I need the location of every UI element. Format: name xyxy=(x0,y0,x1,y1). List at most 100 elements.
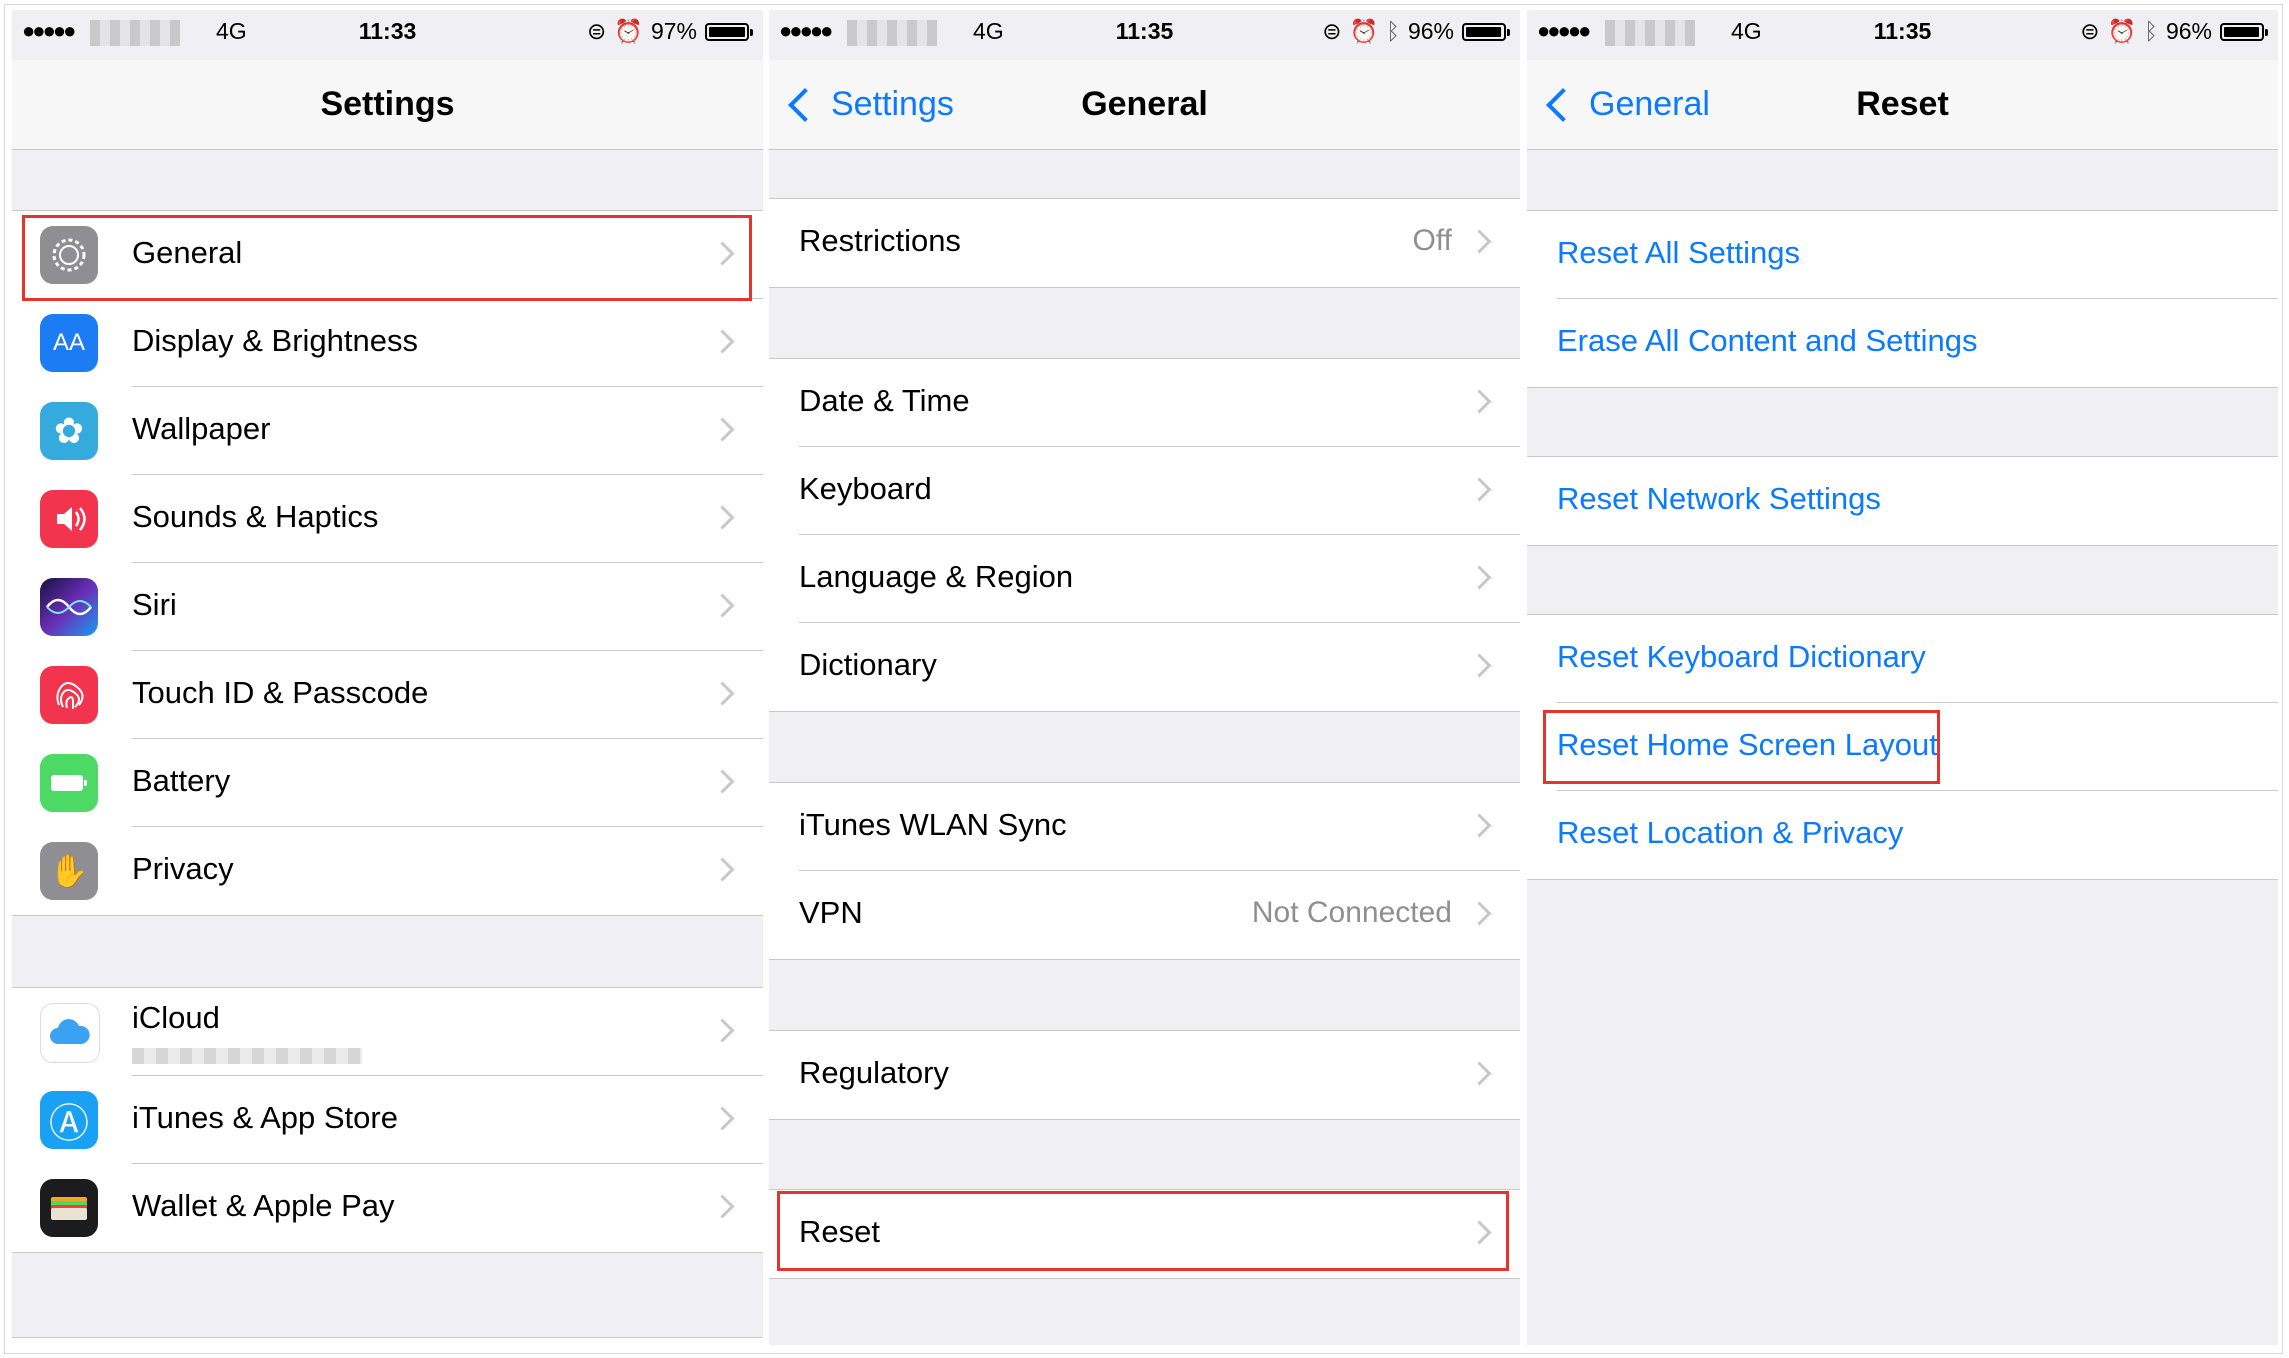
chevron-right-icon xyxy=(1467,901,1492,926)
settings-row-itunes-app-store[interactable]: Ⓐ iTunes & App Store xyxy=(12,1076,763,1164)
row-label: Display & Brightness xyxy=(132,323,419,358)
status-bar: ●●●●● 4G 11:33 ⊜ ⏰ 97% xyxy=(12,10,763,60)
fingerprint-icon xyxy=(40,666,98,724)
page-title: Reset xyxy=(1856,85,1949,123)
page-title: Settings xyxy=(320,85,455,123)
chevron-right-icon xyxy=(1467,389,1492,414)
chevron-right-icon xyxy=(710,681,735,706)
general-group-reset: Reset xyxy=(769,1189,1520,1279)
row-label: VPN xyxy=(799,895,863,930)
row-label: Language & Region xyxy=(799,559,1074,594)
chevron-right-icon xyxy=(710,857,735,882)
battery-icon xyxy=(705,22,753,41)
account-email-redacted xyxy=(132,1048,362,1064)
row-label: Privacy xyxy=(132,851,234,886)
chevron-right-icon xyxy=(710,593,735,618)
general-row-itunes-wlan-sync[interactable]: iTunes WLAN Sync xyxy=(769,783,1520,871)
reset-location-privacy-button[interactable]: Reset Location & Privacy xyxy=(1527,791,2278,879)
battery-icon xyxy=(40,754,98,812)
reset-home-screen-layout-button[interactable]: Reset Home Screen Layout xyxy=(1527,703,2278,791)
general-group-restrictions: Restrictions Off xyxy=(769,198,1520,288)
alarm-icon: ⏰ xyxy=(2107,18,2137,44)
chevron-right-icon xyxy=(710,505,735,530)
chevron-right-icon xyxy=(710,329,735,354)
wallet-icon xyxy=(40,1179,98,1237)
app-store-icon: Ⓐ xyxy=(40,1091,98,1149)
row-label: Reset Keyboard Dictionary xyxy=(1557,639,1926,674)
settings-row-display-brightness[interactable]: AA Display & Brightness xyxy=(12,299,763,387)
chevron-right-icon xyxy=(710,769,735,794)
settings-screen: ●●●●● 4G 11:33 ⊜ ⏰ 97% Settings General … xyxy=(12,10,763,1345)
chevron-right-icon xyxy=(710,1018,735,1043)
reset-group-other: Reset Keyboard Dictionary Reset Home Scr… xyxy=(1527,614,2278,880)
settings-row-privacy[interactable]: ✋ Privacy xyxy=(12,827,763,915)
chevron-right-icon xyxy=(1467,565,1492,590)
general-row-restrictions[interactable]: Restrictions Off xyxy=(769,199,1520,287)
chevron-right-icon xyxy=(710,241,735,266)
chevron-right-icon xyxy=(1467,1061,1492,1086)
status-bar: ●●●●● 4G 11:35 ⊜ ⏰ ᛒ 96% xyxy=(1527,10,2278,60)
row-label: General xyxy=(132,235,243,270)
settings-row-wallpaper[interactable]: ✿ Wallpaper xyxy=(12,387,763,475)
settings-row-siri[interactable]: Siri xyxy=(12,563,763,651)
battery-percent: 97% xyxy=(650,18,697,44)
row-label: Restrictions xyxy=(799,223,961,258)
battery-percent: 96% xyxy=(1407,18,1454,44)
row-label: iTunes & App Store xyxy=(132,1100,398,1135)
chevron-right-icon xyxy=(710,1106,735,1131)
chevron-right-icon xyxy=(1467,477,1492,502)
reset-group-settings: Reset All Settings Erase All Content and… xyxy=(1527,210,2278,388)
reset-all-settings-button[interactable]: Reset All Settings xyxy=(1527,211,2278,299)
chevron-right-icon xyxy=(710,1194,735,1219)
row-label: Wallpaper xyxy=(132,411,271,446)
display-icon: AA xyxy=(40,314,98,372)
general-row-date-time[interactable]: Date & Time xyxy=(769,359,1520,447)
row-label: Battery xyxy=(132,763,231,798)
erase-all-content-button[interactable]: Erase All Content and Settings xyxy=(1527,299,2278,387)
row-label: Wallet & Apple Pay xyxy=(132,1188,395,1223)
settings-row-battery[interactable]: Battery xyxy=(12,739,763,827)
row-label: Regulatory xyxy=(799,1055,949,1090)
row-label: Touch ID & Passcode xyxy=(132,675,429,710)
status-bar: ●●●●● 4G 11:35 ⊜ ⏰ ᛒ 96% xyxy=(769,10,1520,60)
navigation-bar: General Reset xyxy=(1527,60,2278,150)
bluetooth-icon: ᛒ xyxy=(2144,18,2158,44)
general-row-language-region[interactable]: Language & Region xyxy=(769,535,1520,623)
row-label: iCloud xyxy=(132,1000,220,1035)
general-group-time-language: Date & Time Keyboard Language & Region D… xyxy=(769,358,1520,712)
settings-row-general[interactable]: General xyxy=(12,211,763,299)
page-title: General xyxy=(1081,85,1208,123)
general-screen: ●●●●● 4G 11:35 ⊜ ⏰ ᛒ 96% Settings Genera… xyxy=(769,10,1520,1345)
general-group-sync-vpn: iTunes WLAN Sync VPN Not Connected xyxy=(769,782,1520,960)
general-row-vpn[interactable]: VPN Not Connected xyxy=(769,871,1520,959)
row-value: Not Connected xyxy=(1251,896,1452,929)
battery-percent: 96% xyxy=(2165,18,2212,44)
navigation-bar: Settings General xyxy=(769,60,1520,150)
row-label: iTunes WLAN Sync xyxy=(799,807,1067,842)
settings-group-partial xyxy=(12,1337,763,1345)
reset-group-network: Reset Network Settings xyxy=(1527,456,2278,546)
settings-row-wallet-apple-pay[interactable]: Wallet & Apple Pay xyxy=(12,1164,763,1252)
row-label: Reset All Settings xyxy=(1557,235,1800,270)
rotation-lock-icon: ⊜ xyxy=(587,18,607,44)
general-row-keyboard[interactable]: Keyboard xyxy=(769,447,1520,535)
general-row-dictionary[interactable]: Dictionary xyxy=(769,623,1520,711)
reset-keyboard-dictionary-button[interactable]: Reset Keyboard Dictionary xyxy=(1527,615,2278,703)
alarm-icon: ⏰ xyxy=(614,18,643,44)
settings-row-touch-id-passcode[interactable]: Touch ID & Passcode xyxy=(12,651,763,739)
chevron-right-icon xyxy=(710,417,735,442)
bluetooth-icon: ᛒ xyxy=(1386,18,1400,44)
general-row-regulatory[interactable]: Regulatory xyxy=(769,1031,1520,1119)
siri-icon xyxy=(40,578,98,636)
reset-screen: ●●●●● 4G 11:35 ⊜ ⏰ ᛒ 96% General Reset R… xyxy=(1527,10,2278,1345)
speaker-icon xyxy=(40,490,98,548)
row-label: Date & Time xyxy=(799,383,970,418)
general-group-regulatory: Regulatory xyxy=(769,1030,1520,1120)
settings-row-icloud[interactable]: iCloud xyxy=(12,988,763,1076)
chevron-right-icon xyxy=(1467,229,1492,254)
reset-network-settings-button[interactable]: Reset Network Settings xyxy=(1527,457,2278,545)
general-row-reset[interactable]: Reset xyxy=(769,1190,1520,1278)
gear-icon xyxy=(40,226,98,284)
settings-row-sounds-haptics[interactable]: Sounds & Haptics xyxy=(12,475,763,563)
row-label: Keyboard xyxy=(799,471,932,506)
